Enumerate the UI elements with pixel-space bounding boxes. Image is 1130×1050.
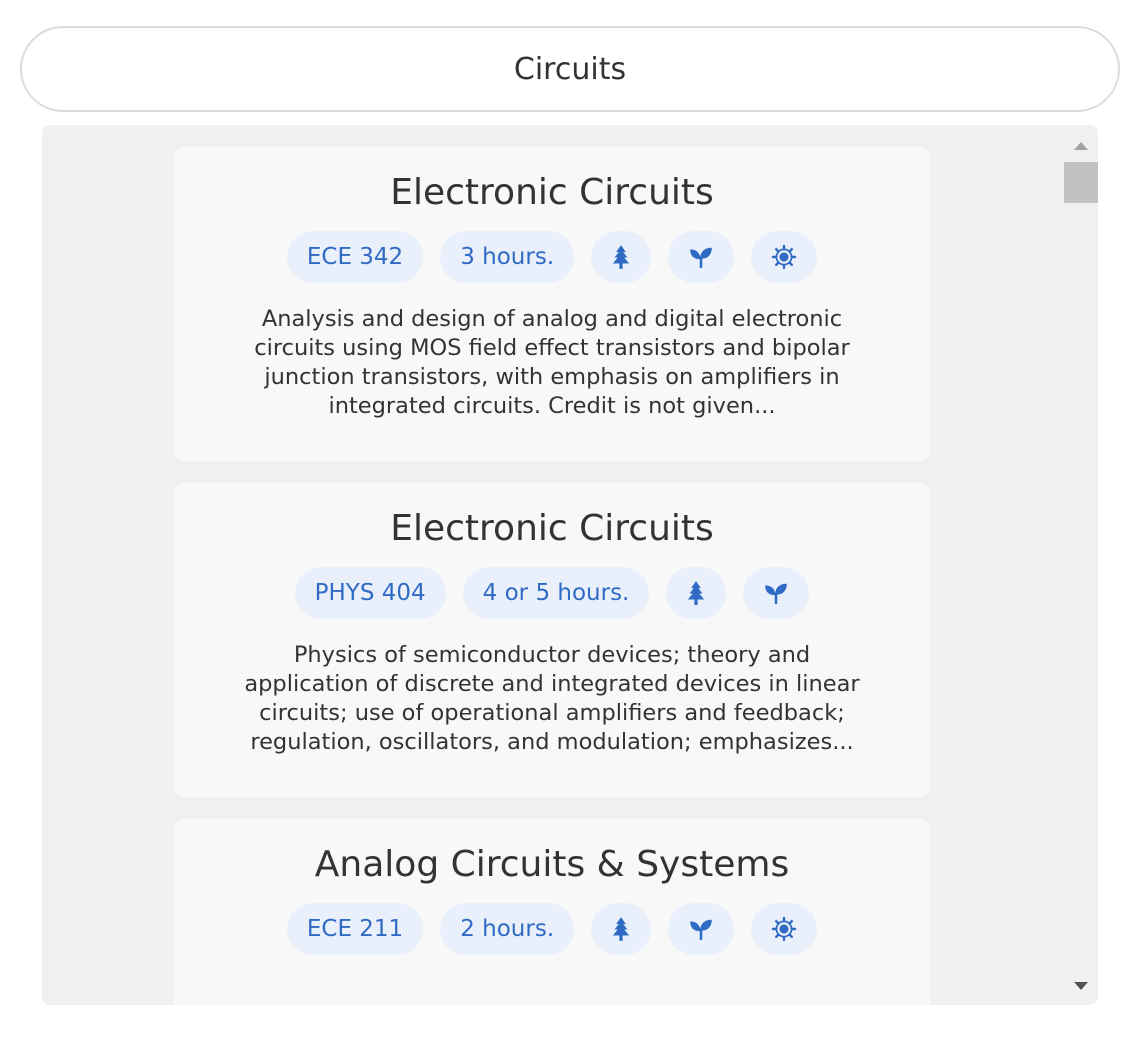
course-card[interactable]: Electronic Circuits ECE 342 3 hours. Ana… <box>174 147 930 461</box>
course-description: Analysis and design of analog and digita… <box>254 306 850 419</box>
tree-icon <box>591 903 652 955</box>
scrollbar[interactable] <box>1064 125 1098 1005</box>
sprout-icon <box>743 567 810 619</box>
sprout-icon <box>668 231 735 283</box>
search-input[interactable] <box>20 26 1120 112</box>
results-panel: Schedule 0 credit hours 0 conflicts Elec… <box>42 125 1098 1005</box>
course-title: Electronic Circuits <box>390 172 714 213</box>
course-code-chip: PHYS 404 <box>294 567 446 619</box>
course-card[interactable]: Analog Circuits & Systems ECE 211 2 hour… <box>174 819 930 1005</box>
course-description: Physics of semiconductor devices; theory… <box>244 642 860 755</box>
tree-icon <box>666 567 727 619</box>
course-tags: ECE 342 3 hours. <box>214 231 890 283</box>
course-result-list: Electronic Circuits ECE 342 3 hours. Ana… <box>174 147 930 1005</box>
sun-icon <box>751 231 818 283</box>
sun-icon <box>751 903 818 955</box>
course-tags: ECE 211 2 hours. <box>214 903 890 955</box>
course-code-chip: ECE 211 <box>286 903 424 955</box>
course-title: Electronic Circuits <box>390 508 714 549</box>
scroll-up-arrow-icon[interactable] <box>1064 131 1098 161</box>
sprout-icon <box>668 903 735 955</box>
course-hours-chip: 2 hours. <box>440 903 575 955</box>
search-bar <box>20 26 1120 112</box>
course-hours-chip: 4 or 5 hours. <box>462 567 650 619</box>
course-hours-chip: 3 hours. <box>440 231 575 283</box>
tree-icon <box>591 231 652 283</box>
course-card[interactable]: Electronic Circuits PHYS 404 4 or 5 hour… <box>174 483 930 797</box>
course-title: Analog Circuits & Systems <box>314 844 790 885</box>
course-tags: PHYS 404 4 or 5 hours. <box>214 567 890 619</box>
course-code-chip: ECE 342 <box>286 231 424 283</box>
scroll-thumb[interactable] <box>1064 162 1098 203</box>
scroll-down-arrow-icon[interactable] <box>1064 971 1098 1001</box>
